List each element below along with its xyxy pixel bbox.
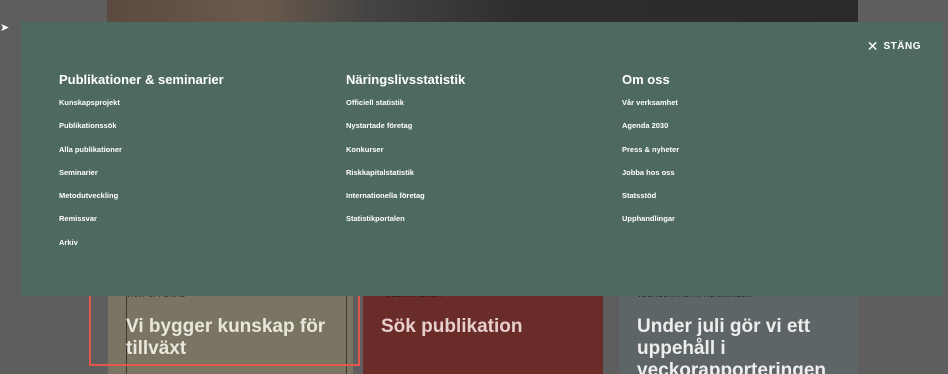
menu-item-arkiv[interactable]: Arkiv	[59, 237, 224, 249]
close-icon: ✕	[866, 38, 879, 54]
close-label: STÄNG	[883, 40, 921, 52]
menu-column-title[interactable]: Om oss	[622, 72, 679, 87]
hero-image	[107, 0, 858, 22]
menu-item-jobba-hos-oss[interactable]: Jobba hos oss	[622, 167, 679, 179]
menu-item-publikationssok[interactable]: Publikationssök	[59, 120, 224, 132]
card-title[interactable]: Under juli gör vi ett uppehåll i veckora…	[637, 316, 846, 374]
page: ➤ VÅRT UPPDRAG Vi bygger kunskap för til…	[0, 0, 948, 374]
menu-column-om-oss: Om oss Vår verksamhet Agenda 2030 Press …	[622, 72, 679, 237]
menu-column-publikationer: Publikationer & seminarier Kunskapsproje…	[59, 72, 224, 260]
menu-item-seminarier[interactable]: Seminarier	[59, 167, 224, 179]
menu-item-remissvar[interactable]: Remissvar	[59, 213, 224, 225]
menu-item-upphandlingar[interactable]: Upphandlingar	[622, 213, 679, 225]
menu-item-alla-publikationer[interactable]: Alla publikationer	[59, 144, 224, 156]
menu-item-press-nyheter[interactable]: Press & nyheter	[622, 144, 679, 156]
close-button[interactable]: ✕ STÄNG	[867, 39, 921, 53]
menu-item-agenda-2030[interactable]: Agenda 2030	[622, 120, 679, 132]
menu-item-nystartade-foretag[interactable]: Nystartade företag	[346, 120, 465, 132]
menu-item-statistikportalen[interactable]: Statistikportalen	[346, 213, 465, 225]
menu-item-metodutveckling[interactable]: Metodutveckling	[59, 190, 224, 202]
mouse-cursor-icon: ➤	[0, 22, 10, 34]
menu-column-naringslivsstatistik: Näringslivsstatistik Officiell statistik…	[346, 72, 465, 237]
menu-item-var-verksamhet[interactable]: Vår verksamhet	[622, 97, 679, 109]
card-title[interactable]: Vi bygger kunskap för tillväxt	[126, 316, 341, 360]
mega-menu-overlay: ✕ STÄNG Publikationer & seminarier Kunsk…	[21, 22, 943, 296]
menu-item-internationella-foretag[interactable]: Internationella företag	[346, 190, 465, 202]
card-title[interactable]: Sök publikation	[381, 316, 591, 338]
menu-item-statsstod[interactable]: Statsstöd	[622, 190, 679, 202]
menu-item-officiell-statistik[interactable]: Officiell statistik	[346, 97, 465, 109]
menu-item-kunskapsprojekt[interactable]: Kunskapsprojekt	[59, 97, 224, 109]
menu-item-riskkapitalstatistik[interactable]: Riskkapitalstatistik	[346, 167, 465, 179]
menu-item-konkurser[interactable]: Konkurser	[346, 144, 465, 156]
menu-column-title[interactable]: Publikationer & seminarier	[59, 72, 224, 87]
menu-column-title[interactable]: Näringslivsstatistik	[346, 72, 465, 87]
